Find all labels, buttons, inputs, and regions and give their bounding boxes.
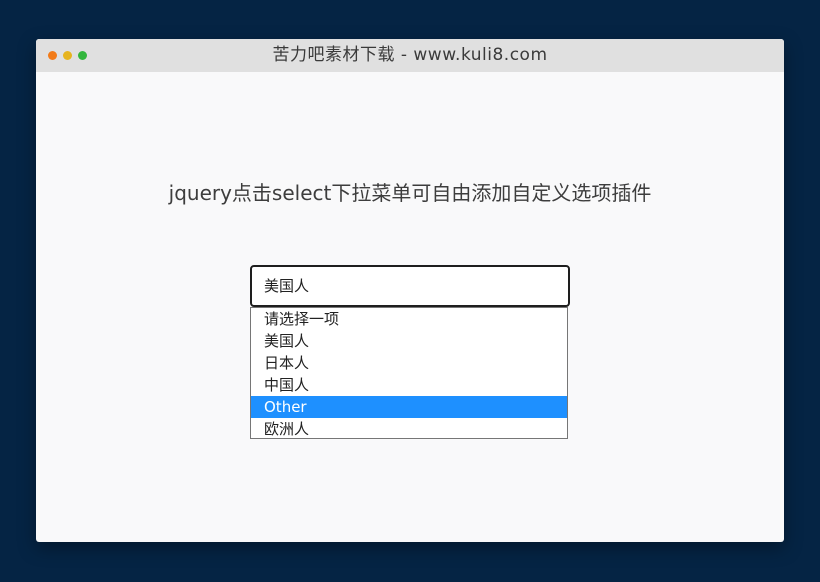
dropdown-option[interactable]: Other bbox=[251, 396, 567, 418]
dropdown-option[interactable]: 请选择一项 bbox=[251, 308, 567, 330]
window-titlebar: 苦力吧素材下载 - www.kuli8.com bbox=[36, 39, 784, 72]
select-dropdown-list: 请选择一项 美国人 日本人 中国人 Other 欧洲人 bbox=[250, 307, 568, 439]
window-title: 苦力吧素材下载 - www.kuli8.com bbox=[272, 45, 548, 65]
dropdown-option[interactable]: 欧洲人 bbox=[251, 418, 567, 440]
select-current-value: 美国人 bbox=[264, 277, 310, 295]
dropdown-option[interactable]: 中国人 bbox=[251, 374, 567, 396]
nationality-select[interactable]: 美国人 bbox=[250, 265, 570, 307]
dropdown-option[interactable]: 日本人 bbox=[251, 352, 567, 374]
page-title: jquery点击select下拉菜单可自由添加自定义选项插件 bbox=[168, 181, 652, 205]
browser-window: 苦力吧素材下载 - www.kuli8.com jquery点击select下拉… bbox=[36, 39, 784, 542]
page-content: jquery点击select下拉菜单可自由添加自定义选项插件 美国人 请选择一项… bbox=[36, 72, 784, 542]
dropdown-option[interactable]: 美国人 bbox=[251, 330, 567, 352]
